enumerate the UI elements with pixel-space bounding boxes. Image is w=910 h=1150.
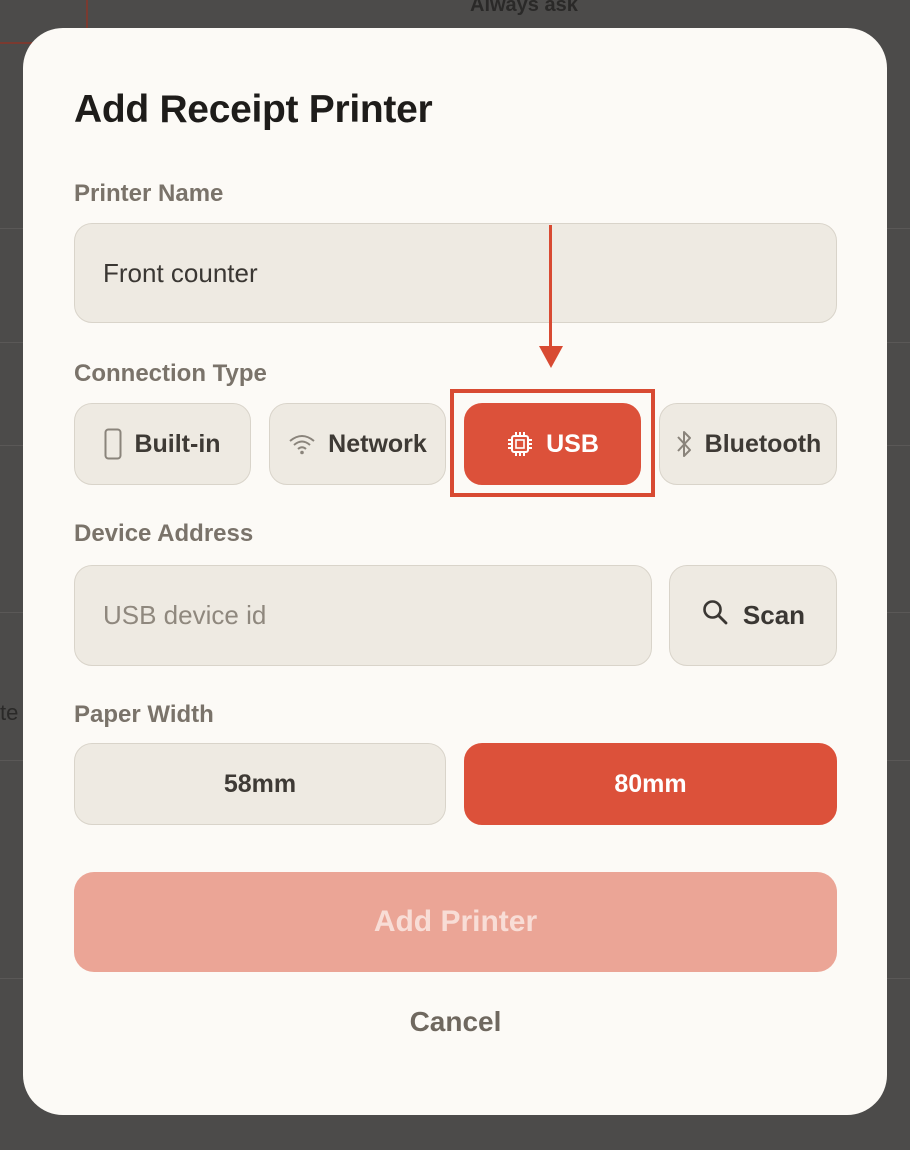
connection-option-bluetooth[interactable]: Bluetooth	[659, 403, 837, 485]
paper-width-label: Paper Width	[74, 701, 214, 728]
device-address-label: Device Address	[74, 520, 254, 547]
background-setting-text: Always ask	[470, 0, 578, 16]
printer-name-label: Printer Name	[74, 180, 224, 207]
add-printer-dialog: Add Receipt Printer Printer Name Connect…	[23, 28, 887, 1115]
connection-option-usb[interactable]: USB	[464, 403, 641, 485]
chip-icon	[506, 430, 534, 458]
add-printer-button[interactable]: Add Printer	[74, 872, 837, 972]
cancel-button[interactable]: Cancel	[74, 1000, 837, 1044]
connection-option-label: Built-in	[134, 429, 221, 458]
bluetooth-icon	[675, 429, 693, 459]
dialog-title: Add Receipt Printer	[74, 88, 433, 131]
scan-button[interactable]: Scan	[669, 565, 837, 666]
annotation-arrow-head	[539, 346, 563, 368]
connection-option-network[interactable]: Network	[269, 403, 446, 485]
paper-width-option-80mm[interactable]: 80mm	[464, 743, 837, 825]
printer-name-field[interactable]	[74, 223, 837, 323]
scan-label: Scan	[742, 600, 806, 630]
device-address-field[interactable]	[74, 565, 652, 666]
phone-icon	[104, 428, 122, 460]
paper-width-option-58mm[interactable]: 58mm	[74, 743, 446, 825]
connection-type-label: Connection Type	[74, 360, 267, 387]
connection-option-label: USB	[546, 429, 599, 458]
connection-option-built-in[interactable]: Built-in	[74, 403, 251, 485]
search-icon	[701, 598, 729, 633]
paper-width-option-label: 58mm	[223, 769, 297, 798]
printer-name-input[interactable]	[103, 257, 836, 289]
paper-width-option-label: 80mm	[614, 769, 687, 798]
annotation-arrow-line	[549, 225, 552, 351]
connection-option-label: Bluetooth	[704, 429, 822, 458]
connection-option-label: Network	[328, 429, 427, 458]
wifi-icon	[288, 433, 316, 455]
background-partial-text: te	[0, 700, 19, 725]
device-address-input[interactable]	[103, 600, 651, 631]
